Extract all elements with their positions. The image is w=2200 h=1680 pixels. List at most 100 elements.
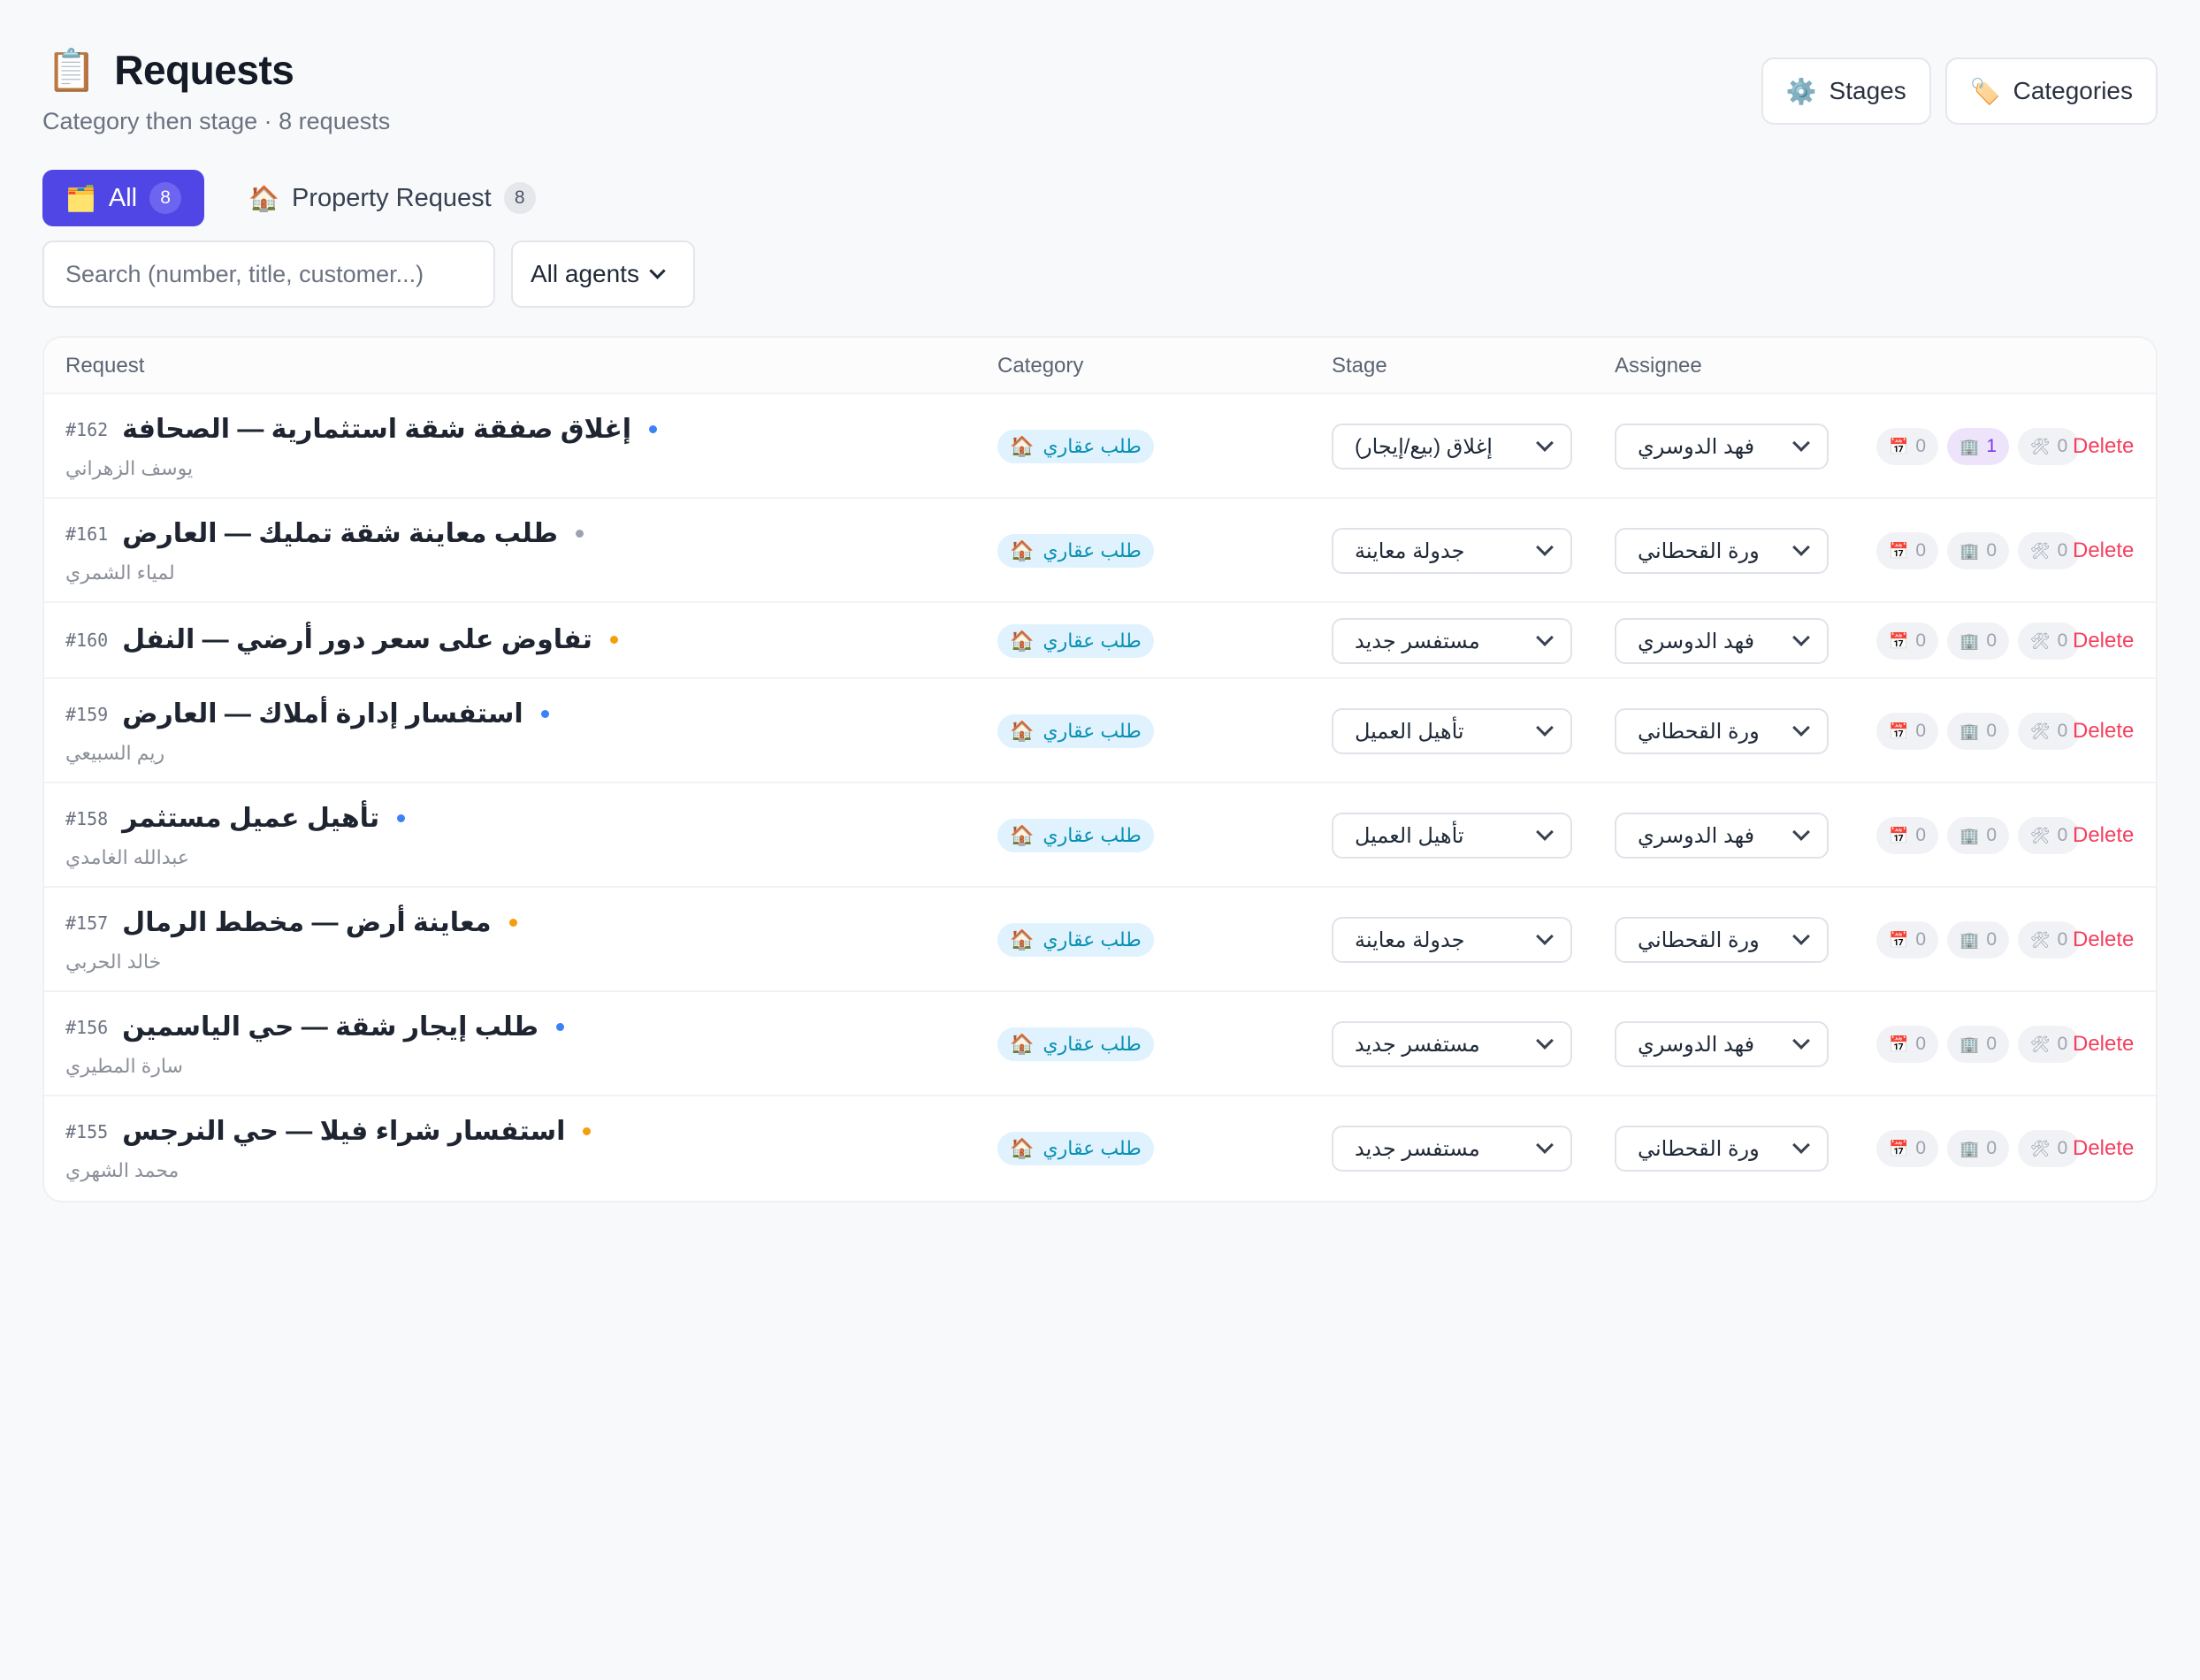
table-row[interactable]: #159 استفسار إدارة أملاك — العارض ريم ال… <box>44 679 2156 783</box>
request-title[interactable]: تأهيل عميل مستثمر <box>122 803 379 834</box>
delete-button[interactable]: Delete <box>2073 719 2134 744</box>
appointments-counter[interactable]: 📅 0 <box>1876 622 1938 660</box>
tab-label: Property Request <box>291 183 492 212</box>
stages-button[interactable]: ⚙️ Stages <box>1761 57 1931 125</box>
stage-select[interactable]: جدولة معاينة <box>1332 917 1572 963</box>
table-row[interactable]: #160 تفاوض على سعر دور أرضي — النفل 🏠 طل… <box>44 603 2156 679</box>
assignee-value: فهد الدوسري <box>1638 434 1755 459</box>
category-badge: 🏠 طلب عقاري <box>997 923 1154 957</box>
appointments-counter[interactable]: 📅 0 <box>1876 428 1938 465</box>
delete-button[interactable]: Delete <box>2073 928 2134 952</box>
appointments-counter[interactable]: 📅 0 <box>1876 921 1938 958</box>
tasks-counter[interactable]: 🛠 0 <box>2018 1026 2080 1063</box>
request-title[interactable]: استفسار إدارة أملاك — العارض <box>122 699 523 729</box>
properties-counter[interactable]: 🏢 0 <box>1947 817 2009 854</box>
delete-button[interactable]: Delete <box>2073 629 2134 653</box>
stage-select[interactable]: تأهيل العميل <box>1332 708 1572 754</box>
assignee-select[interactable]: ورة القحطاني <box>1615 528 1829 574</box>
assignee-select[interactable]: فهد الدوسري <box>1615 813 1829 859</box>
counter-value: 0 <box>1986 929 1998 950</box>
chevron-down-icon <box>1536 538 1554 556</box>
tab-label: All <box>108 183 138 212</box>
properties-counter[interactable]: 🏢 0 <box>1947 921 2009 958</box>
assignee-select[interactable]: فهد الدوسري <box>1615 424 1829 470</box>
chevron-down-icon <box>1792 719 1810 737</box>
request-cell: #155 استفسار شراء فيلا — حي النرجس محمد … <box>65 1116 592 1182</box>
appointments-counter[interactable]: 📅 0 <box>1876 817 1938 854</box>
properties-counter[interactable]: 🏢 0 <box>1947 622 2009 660</box>
tasks-counter[interactable]: 🛠 0 <box>2018 1130 2080 1167</box>
assignee-select[interactable]: ورة القحطاني <box>1615 917 1829 963</box>
category-badge: 🏠 طلب عقاري <box>997 430 1154 463</box>
request-cell: #162 إغلاق صفقة شقة استثمارية — الصحافة … <box>65 414 658 480</box>
tasks-counter[interactable]: 🛠 0 <box>2018 713 2080 750</box>
tab-property-request[interactable]: 🏠 Property Request 8 <box>225 170 559 226</box>
tasks-counter[interactable]: 🛠 0 <box>2018 428 2080 465</box>
request-title[interactable]: طلب معاينة شقة تمليك — العارض <box>122 518 558 549</box>
request-number: #162 <box>65 418 109 440</box>
tasks-counter[interactable]: 🛠 0 <box>2018 921 2080 958</box>
assignee-select[interactable]: فهد الدوسري <box>1615 618 1829 664</box>
tools-icon: 🛠 <box>2029 1139 2051 1157</box>
tasks-counter[interactable]: 🛠 0 <box>2018 817 2080 854</box>
stage-select[interactable]: إغلاق (بيع/إيجار) <box>1332 424 1572 470</box>
table-row[interactable]: #162 إغلاق صفقة شقة استثمارية — الصحافة … <box>44 394 2156 499</box>
tasks-counter[interactable]: 🛠 0 <box>2018 532 2080 569</box>
delete-button[interactable]: Delete <box>2073 434 2134 459</box>
table-row[interactable]: #155 استفسار شراء فيلا — حي النرجس محمد … <box>44 1096 2156 1201</box>
request-title[interactable]: تفاوض على سعر دور أرضي — النفل <box>122 624 592 655</box>
calendar-icon: 📅 <box>1888 437 1909 455</box>
page-subtitle: Category then stage · 8 requests <box>42 108 391 134</box>
stage-select[interactable]: مستفسر جديد <box>1332 1021 1572 1067</box>
agent-filter-select[interactable]: All agents <box>511 241 695 308</box>
category-badge: 🏠 طلب عقاري <box>997 534 1154 568</box>
tab-count: 8 <box>503 182 536 214</box>
request-line: #160 تفاوض على سعر دور أرضي — النفل <box>65 624 618 655</box>
properties-counter[interactable]: 🏢 0 <box>1947 1026 2009 1063</box>
properties-counter[interactable]: 🏢 0 <box>1947 532 2009 569</box>
appointments-counter[interactable]: 📅 0 <box>1876 713 1938 750</box>
request-title[interactable]: استفسار شراء فيلا — حي النرجس <box>122 1116 565 1147</box>
appointments-counter[interactable]: 📅 0 <box>1876 532 1938 569</box>
tab-all[interactable]: 🗂️ All 8 <box>42 170 205 226</box>
counters: 📅 0 🏢 0 🛠 0 <box>1876 713 2080 750</box>
table-row[interactable]: #156 طلب إيجار شقة — حي الياسمين سارة ال… <box>44 992 2156 1096</box>
request-number: #160 <box>65 629 109 651</box>
categories-button[interactable]: 🏷️ Categories <box>1944 57 2158 125</box>
table-row[interactable]: #158 تأهيل عميل مستثمر عبدالله الغامدي 🏠… <box>44 783 2156 888</box>
assignee-select[interactable]: فهد الدوسري <box>1615 1021 1829 1067</box>
table-row[interactable]: #161 طلب معاينة شقة تمليك — العارض لمياء… <box>44 499 2156 603</box>
counter-value: 1 <box>1986 436 1998 456</box>
stage-select[interactable]: مستفسر جديد <box>1332 1126 1572 1172</box>
column-header-request: Request <box>65 354 145 378</box>
assignee-select[interactable]: ورة القحطاني <box>1615 1126 1829 1172</box>
house-icon: 🏠 <box>1010 824 1035 846</box>
appointments-counter[interactable]: 📅 0 <box>1876 1130 1938 1167</box>
delete-button[interactable]: Delete <box>2073 1136 2134 1161</box>
categories-button-label: Categories <box>2013 77 2133 104</box>
stage-select[interactable]: مستفسر جديد <box>1332 618 1572 664</box>
properties-counter[interactable]: 🏢 1 <box>1947 428 2009 465</box>
appointments-counter[interactable]: 📅 0 <box>1876 1026 1938 1063</box>
properties-counter[interactable]: 🏢 0 <box>1947 1130 2009 1167</box>
delete-button[interactable]: Delete <box>2073 538 2134 563</box>
request-line: #157 معاينة أرض — مخطط الرمال <box>65 907 517 938</box>
counter-value: 0 <box>2057 1138 2068 1158</box>
request-cell: #160 تفاوض على سعر دور أرضي — النفل <box>65 624 618 655</box>
tasks-counter[interactable]: 🛠 0 <box>2018 622 2080 660</box>
stage-select[interactable]: تأهيل العميل <box>1332 813 1572 859</box>
delete-button[interactable]: Delete <box>2073 1032 2134 1057</box>
building-icon: 🏢 <box>1959 1035 1980 1053</box>
delete-button[interactable]: Delete <box>2073 823 2134 848</box>
request-title[interactable]: معاينة أرض — مخطط الرمال <box>122 907 491 938</box>
customer-name: سارة المطيري <box>65 1055 183 1077</box>
column-header-stage: Stage <box>1332 354 1387 378</box>
search-input[interactable] <box>42 241 495 308</box>
table-row[interactable]: #157 معاينة أرض — مخطط الرمال خالد الحرب… <box>44 888 2156 992</box>
properties-counter[interactable]: 🏢 0 <box>1947 713 2009 750</box>
stage-select[interactable]: جدولة معاينة <box>1332 528 1572 574</box>
request-title[interactable]: إغلاق صفقة شقة استثمارية — الصحافة <box>122 414 631 445</box>
assignee-select[interactable]: ورة القحطاني <box>1615 708 1829 754</box>
request-title[interactable]: طلب إيجار شقة — حي الياسمين <box>122 1012 539 1042</box>
counter-value: 0 <box>1986 540 1998 561</box>
